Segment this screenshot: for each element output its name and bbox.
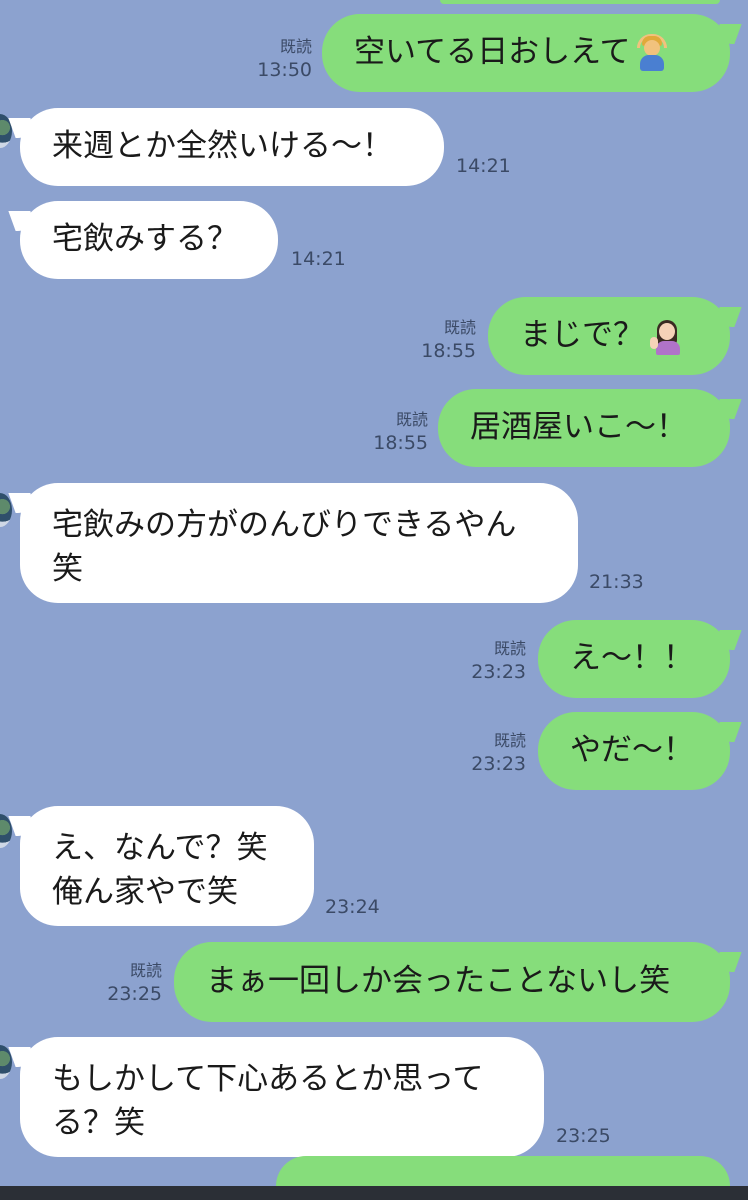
read-receipt: 既読 [129, 961, 162, 980]
bottom-bar [0, 1186, 748, 1200]
message-text-line: え、なんで？笑 [52, 830, 268, 866]
message-time: 18:55 [373, 432, 428, 454]
message-meta: 既読 23:23 [471, 730, 526, 776]
read-receipt: 既読 [493, 639, 526, 658]
message-time: 18:55 [421, 340, 476, 362]
message-text-line: 笑 [52, 551, 83, 587]
message-time: 23:23 [471, 753, 526, 775]
message-text: まぁ一回しか会ったことないし笑 [206, 963, 671, 999]
message-bubble[interactable]: やだ〜！ [538, 712, 730, 790]
message-meta: 既読 18:55 [373, 409, 428, 455]
message-time: 14:21 [456, 155, 511, 177]
message-time: 21:33 [589, 571, 644, 593]
message-bubble[interactable]: え〜！！ [538, 620, 730, 698]
message-bubble[interactable]: え、なんで？笑 俺ん家やで笑 [20, 806, 314, 926]
message-text: 居酒屋いこ〜！ [470, 409, 687, 445]
message-text: え〜！！ [570, 640, 694, 676]
message-text: 宅飲みする？ [52, 221, 238, 257]
previous-message-bubble [440, 0, 720, 4]
message-time: 23:25 [107, 983, 162, 1005]
message-meta: 既読 23:23 [471, 638, 526, 684]
message-text: やだ〜！ [570, 732, 694, 768]
person-gesturing-ok-icon [636, 33, 667, 72]
message-meta: 既読 13:50 [257, 36, 312, 82]
read-receipt: 既読 [395, 410, 428, 429]
next-message-bubble [276, 1156, 730, 1186]
message-bubble[interactable]: 宅飲みの方がのんびりできるやん 笑 [20, 483, 578, 603]
message-text: 空いてる日おしえて [354, 34, 631, 70]
message-bubble[interactable]: まぁ一回しか会ったことないし笑 [174, 942, 730, 1022]
message-time: 23:23 [471, 661, 526, 683]
message-bubble[interactable]: 来週とか全然いける〜！ [20, 108, 444, 186]
message-time: 14:21 [291, 248, 346, 270]
chat-view[interactable]: 既読 13:50 空いてる日おしえて 来週とか全然いける〜！ 14:21 宅飲み… [0, 0, 748, 1200]
woman-tipping-hand-icon [650, 319, 682, 355]
read-receipt: 既読 [279, 37, 312, 56]
message-bubble[interactable]: まじで？ [488, 297, 730, 375]
message-text-line: 俺ん家やで笑 [52, 874, 238, 910]
message-bubble[interactable]: 居酒屋いこ〜！ [438, 389, 730, 467]
message-time: 23:24 [325, 896, 380, 918]
message-time: 23:25 [556, 1125, 611, 1147]
read-receipt: 既読 [443, 318, 476, 337]
message-text: 来週とか全然いける〜！ [52, 128, 393, 164]
message-text-line: もしかして下心あるとか思って [52, 1061, 484, 1097]
message-text: まじで？ [520, 317, 644, 353]
message-bubble[interactable]: 宅飲みする？ [20, 201, 278, 279]
message-meta: 既読 18:55 [421, 317, 476, 363]
message-time: 13:50 [257, 59, 312, 81]
message-text-line: る？笑 [52, 1105, 145, 1141]
message-bubble[interactable]: 空いてる日おしえて [322, 14, 730, 92]
message-meta: 既読 23:25 [107, 960, 162, 1006]
message-text-line: 宅飲みの方がのんびりできるやん [52, 507, 517, 543]
message-bubble[interactable]: もしかして下心あるとか思って る？笑 [20, 1037, 544, 1157]
read-receipt: 既読 [493, 731, 526, 750]
